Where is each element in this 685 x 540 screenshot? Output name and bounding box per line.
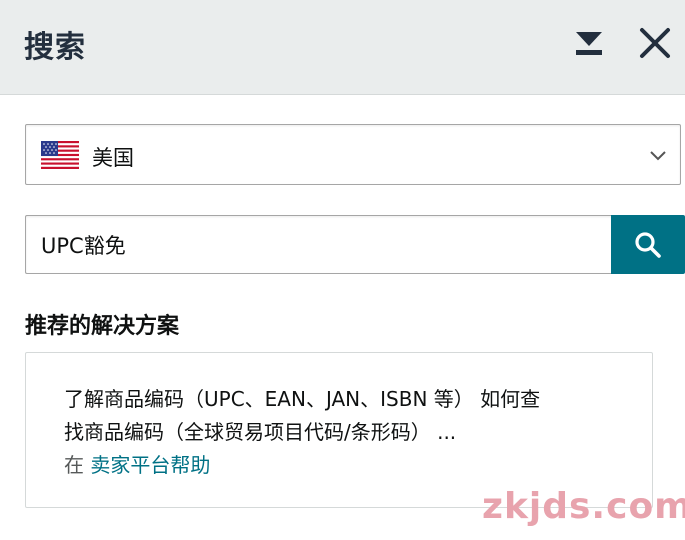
- search-input[interactable]: [25, 215, 613, 274]
- close-icon: [640, 28, 670, 58]
- result-text-line: 了解商品编码（UPC、EAN、JAN、ISBN 等） 如何查: [64, 387, 541, 411]
- result-source: 在 卖家平台帮助: [64, 450, 210, 480]
- recommended-solutions-heading: 推荐的解决方案: [25, 314, 180, 339]
- us-flag-icon: [41, 141, 79, 169]
- search-button[interactable]: [611, 215, 685, 274]
- search-bar: [25, 215, 685, 274]
- result-card[interactable]: 了解商品编码（UPC、EAN、JAN、ISBN 等） 如何查 找商品编码（全球贸…: [25, 352, 653, 508]
- result-link[interactable]: 了解商品编码（UPC、EAN、JAN、ISBN 等） 如何查 找商品编码（全球贸…: [64, 383, 624, 449]
- close-button[interactable]: [634, 22, 676, 64]
- search-icon: [635, 232, 661, 258]
- minimize-button[interactable]: [570, 24, 608, 62]
- panel-header: 搜索: [0, 0, 685, 95]
- watermark: zkjds.com: [482, 486, 685, 527]
- country-select-value: 美国: [92, 146, 134, 170]
- result-text-line: 找商品编码（全球贸易项目代码/条形码） ...: [64, 420, 457, 444]
- country-select[interactable]: 美国: [25, 124, 681, 185]
- result-source-prefix: 在: [64, 453, 91, 477]
- chevron-down-icon: [650, 151, 666, 161]
- seller-central-help-link[interactable]: 卖家平台帮助: [90, 453, 210, 477]
- minimize-panel-icon: [576, 32, 602, 55]
- panel-title: 搜索: [24, 30, 86, 65]
